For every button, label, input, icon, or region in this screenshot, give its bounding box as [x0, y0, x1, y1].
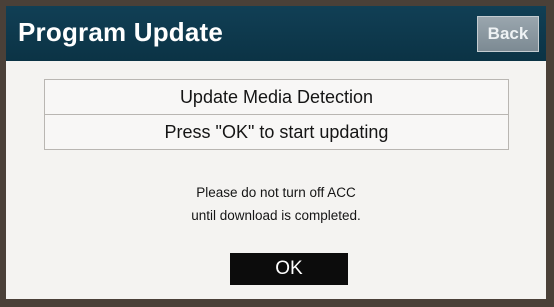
page-title: Program Update [18, 17, 224, 47]
ok-button[interactable]: OK [230, 253, 348, 285]
warning-line-1: Please do not turn off ACC [196, 185, 356, 200]
back-button[interactable]: Back [477, 16, 539, 52]
status-line-instruction: Press "OK" to start updating [45, 114, 508, 149]
warning-line-2: until download is completed. [191, 208, 361, 223]
header-bar: Program Update Back [6, 6, 546, 61]
display-screen: Program Update Back Update Media Detecti… [0, 0, 554, 307]
status-panel: Update Media Detection Press "OK" to sta… [44, 79, 509, 150]
warning-message: Please do not turn off ACC until downloa… [6, 181, 546, 227]
status-line-media-detection: Update Media Detection [179, 87, 374, 107]
